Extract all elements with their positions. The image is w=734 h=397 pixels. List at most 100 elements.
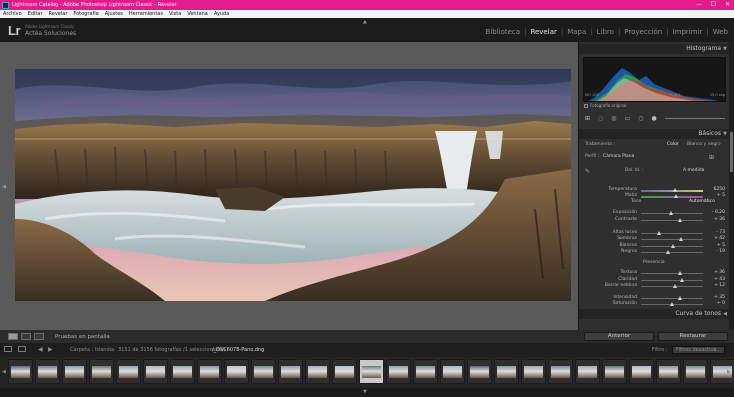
slider-track[interactable] [641,211,703,215]
spot-removal-icon[interactable]: ◌ [598,115,603,122]
slider-track[interactable] [641,231,703,235]
forward-arrow-icon[interactable]: ▶ [48,346,53,353]
slider-track[interactable] [641,244,703,248]
slider-track[interactable] [641,194,703,198]
filmstrip-thumbnail[interactable] [278,359,303,384]
slider-handle[interactable] [674,194,679,198]
panel-scrollbar[interactable] [729,42,734,343]
slider-handle[interactable] [657,231,662,235]
module-biblioteca[interactable]: Biblioteca [486,28,521,36]
waterfall-panorama-photo[interactable] [15,69,571,301]
module-revelar[interactable]: Revelar [530,28,556,36]
slider-handle[interactable] [670,244,675,248]
slider-value[interactable]: - 0,20 [712,210,725,215]
module-imprimir[interactable]: Imprimir [673,28,703,36]
slider-handle[interactable] [669,302,674,306]
folder-source[interactable]: Carpeta : Islandia [70,347,114,353]
basics-header[interactable]: Básicos ▼ [579,129,729,139]
tool-slider[interactable] [664,118,725,119]
module-mapa[interactable]: Mapa [567,28,586,36]
slider-value[interactable]: + 36 [714,270,725,275]
red-eye-icon[interactable]: ◎ [611,115,616,122]
slider-value[interactable]: - 73 [716,230,725,235]
slider-value[interactable]: + 12 [714,283,725,288]
slider-handle[interactable] [665,250,670,254]
filmstrip-thumbnail[interactable] [143,359,168,384]
slider-track[interactable] [641,271,703,275]
menu-archivo[interactable]: Archivo [3,11,22,17]
slider-track[interactable] [641,296,703,300]
maximize-button[interactable]: ☐ [711,0,716,10]
profile-select[interactable]: Cámara Plana [603,154,634,159]
filmstrip-thumbnail-selected[interactable] [359,359,384,384]
slider-track[interactable] [641,278,703,282]
secondary-display-icon[interactable] [4,346,12,352]
compare-options-button[interactable] [34,333,44,340]
filmstrip-thumbnail[interactable] [548,359,573,384]
slider-handle[interactable] [677,296,682,300]
graduated-filter-icon[interactable]: ▭ [625,115,631,122]
filmstrip-thumbnail[interactable] [440,359,465,384]
crop-tool-icon[interactable]: ⊞ [585,115,590,122]
slider-track[interactable] [641,237,703,241]
filmstrip-left-icon[interactable]: ◀ [2,369,6,375]
adjustment-brush-icon[interactable]: ● [651,115,656,122]
filmstrip-thumbnail[interactable] [494,359,519,384]
filmstrip-right-icon[interactable]: ▶ [727,369,731,375]
slider-handle[interactable] [668,211,673,215]
histogram-header[interactable]: Histograma ▼ [579,44,729,54]
filmstrip-thumbnail[interactable] [629,359,654,384]
filmstrip-thumbnail[interactable] [413,359,438,384]
loupe-view-button[interactable] [8,333,18,340]
slider-value[interactable]: + 43 [714,277,725,282]
panel-scroll-thumb[interactable] [730,132,733,172]
treatment-bw[interactable]: Blanco y negro [687,142,721,147]
tone-curve-header[interactable]: Curva de tonos ◀ [579,309,729,319]
slider-handle[interactable] [679,237,684,241]
menu-editar[interactable]: Editar [28,11,43,17]
filmstrip-thumbnail[interactable] [602,359,627,384]
slider-value[interactable]: 6250 [714,187,725,192]
slider-track[interactable] [641,284,703,288]
filmstrip-thumbnail[interactable] [8,359,33,384]
slider-handle[interactable] [672,188,677,192]
slider-value[interactable]: + 35 [714,295,725,300]
slider-value[interactable]: + 42 [714,236,725,241]
slider-handle[interactable] [680,278,685,282]
filmstrip-thumbnail[interactable] [35,359,60,384]
filmstrip-thumbnail[interactable] [575,359,600,384]
filmstrip-thumbnail[interactable] [224,359,249,384]
slider-track[interactable] [641,250,703,254]
filmstrip-thumbnail[interactable] [170,359,195,384]
filter-select[interactable]: Filtros desactiva... [672,346,726,354]
filmstrip-thumbnail[interactable] [467,359,492,384]
slider-track[interactable] [641,188,703,192]
top-panel-toggle-icon[interactable]: ▲ [363,19,367,25]
before-after-button[interactable] [21,333,31,340]
menu-revelar[interactable]: Revelar [49,11,68,17]
menu-herramientas[interactable]: Herramientas [129,11,163,17]
menu-ayuda[interactable]: Ayuda [214,11,229,17]
filmstrip-thumbnail[interactable] [521,359,546,384]
grid-view-icon[interactable] [18,346,26,352]
slider-value[interactable]: - 19 [716,249,725,254]
slider-track[interactable] [641,218,703,222]
slider-handle[interactable] [677,218,682,222]
profile-browser-icon[interactable]: ⊞ [709,154,714,161]
filmstrip-thumbnail[interactable] [683,359,708,384]
slider-value[interactable]: + 5 [717,243,725,248]
menu-vista[interactable]: Vista [169,11,181,17]
reset-button[interactable]: Restaurar [658,332,728,341]
slider-value[interactable]: + 36 [714,217,725,222]
original-photo-checkbox[interactable] [584,103,588,108]
slider-value[interactable]: + 0 [717,301,725,306]
filmstrip-thumbnail[interactable] [89,359,114,384]
filmstrip-thumbnail[interactable] [386,359,411,384]
module-libro[interactable]: Libro [597,28,614,36]
slider-value[interactable]: + 5 [717,193,725,198]
basics-collapse-icon[interactable]: ▼ [723,129,727,139]
filmstrip-thumbnail[interactable] [305,359,330,384]
left-panel-toggle-icon[interactable]: ◀ [2,184,6,190]
radial-filter-icon[interactable]: ○ [638,115,643,122]
filmstrip-toggle-icon[interactable]: ▼ [363,389,367,395]
